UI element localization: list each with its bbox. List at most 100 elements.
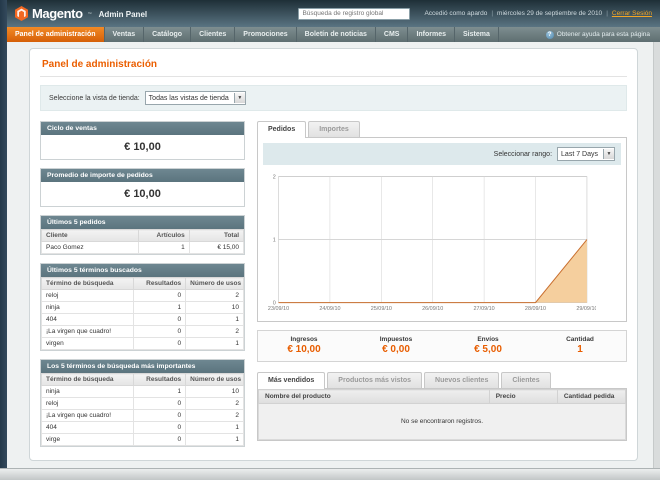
column-header-t-rmino-de-b-squeda: Término de búsqueda <box>41 373 134 386</box>
store-switcher-select[interactable]: Todas las vistas de tienda ▼ <box>144 91 246 105</box>
chevron-down-icon: ▼ <box>603 149 614 159</box>
stat-label: Ingresos <box>290 336 318 344</box>
box-title: Últimos 5 términos buscados <box>41 264 244 277</box>
store-switcher-label: Seleccione la vista de tienda: <box>49 94 140 102</box>
stat-impuestos: Impuestos € 0,00 <box>350 336 442 355</box>
nav-item-bolet-n-de-noticias[interactable]: Boletín de noticias <box>297 27 376 42</box>
table-header-row: Nombre del producto Precio Cantidad pedida <box>258 389 627 405</box>
stat-value: € 0,00 <box>382 344 410 356</box>
svg-text:24/09/10: 24/09/10 <box>319 306 340 312</box>
content-area: Panel de administración Seleccione la vi… <box>7 42 660 469</box>
stat-value: € 5,00 <box>474 344 502 356</box>
table-row: Paco Gomez 1 € 15,00 <box>40 241 245 254</box>
range-select[interactable]: Last 7 Days ▼ <box>557 147 615 161</box>
window-bottom-bar <box>0 468 660 480</box>
window-left-edge <box>0 0 7 469</box>
nav-item-cat-logo[interactable]: Catálogo <box>144 27 192 42</box>
table-cell: 0 <box>132 421 187 434</box>
orders-area-chart: 01223/09/10 24/09/10 25/09/10 26/09/10 27/09… <box>268 174 596 312</box>
table-cell: 2 <box>185 289 244 302</box>
column-header-n-mero-de-usos: Número de usos <box>185 373 244 386</box>
tab-m-s-vendidos[interactable]: Más vendidos <box>257 372 326 390</box>
svg-text:25/09/10: 25/09/10 <box>371 306 392 312</box>
stat-label: Impuestos <box>379 336 413 344</box>
last-search-terms-box: Últimos 5 términos buscados Término de b… <box>40 263 245 351</box>
empty-row: No se encontraron registros. <box>258 403 626 441</box>
table-cell: ¡La virgen que cuadro! <box>41 325 134 338</box>
stat-ingresos: Ingresos € 10,00 <box>258 336 350 355</box>
admin-page: Magento ™ Admin Panel Accedió como apardo… <box>7 0 660 469</box>
table-cell: ninja <box>41 301 134 314</box>
average-orders-box: Promedio de importe de pedidos € 10,00 <box>40 168 245 207</box>
bestsellers-table: Nombre del producto Precio Cantidad pedida… <box>258 389 627 441</box>
magento-admin-screen: Magento ™ Admin Panel Accedió como apardo… <box>0 0 660 480</box>
svg-text:29/09/10: 29/09/10 <box>576 306 596 312</box>
nav-item-ventas[interactable]: Ventas <box>105 27 145 42</box>
table-cell: 1 <box>138 241 190 254</box>
table-cell: 1 <box>185 433 244 446</box>
nav-item-clientes[interactable]: Clientes <box>191 27 236 42</box>
table-cell: 1 <box>185 421 244 434</box>
logged-in-as: Accedió como apardo <box>424 10 488 17</box>
table-cell: 2 <box>185 325 244 338</box>
tab-pedidos[interactable]: Pedidos <box>257 121 307 138</box>
lifetime-sales-value: € 10,00 <box>41 135 244 159</box>
svg-text:28/09/10: 28/09/10 <box>525 306 546 312</box>
tab-nuevos-clientes[interactable]: Nuevos clientes <box>424 372 500 389</box>
logo-subtitle: Admin Panel <box>98 10 148 19</box>
help-label: Obtener ayuda para esta página <box>556 31 650 38</box>
tab-productos-m-s-vistos[interactable]: Productos más vistos <box>327 372 423 389</box>
store-switcher-value: Todas las vistas de tienda <box>148 94 229 102</box>
table-cell: 0 <box>132 433 187 446</box>
table-header-row: Término de búsqueda Resultados Número de u… <box>41 373 244 386</box>
table-cell: virgen <box>41 337 134 350</box>
table-cell: 1 <box>132 301 187 314</box>
tab-importes[interactable]: Importes <box>308 121 360 137</box>
global-search-input[interactable] <box>298 7 411 20</box>
stat-value: € 10,00 <box>287 344 321 356</box>
svg-text:2: 2 <box>273 174 276 180</box>
svg-text:26/09/10: 26/09/10 <box>422 306 443 312</box>
range-label: Seleccionar rango: <box>493 150 553 158</box>
column-header-art-culos: Artículos <box>138 229 190 242</box>
average-orders-value: € 10,00 <box>41 182 244 206</box>
nav-item-panel-de-administraci-n[interactable]: Panel de administración <box>7 27 105 42</box>
table-cell: 1 <box>185 313 244 326</box>
svg-text:27/09/10: 27/09/10 <box>474 306 495 312</box>
tab-clientes[interactable]: Clientes <box>501 372 551 389</box>
table-cell: 0 <box>132 325 187 338</box>
top-search-terms-box: Los 5 términos de búsqueda más important… <box>40 359 245 447</box>
store-switcher: Seleccione la vista de tienda: Todas las… <box>40 85 627 111</box>
help-link[interactable]: ? Obtener ayuda para esta página <box>545 27 660 42</box>
nav-item-promociones[interactable]: Promociones <box>235 27 297 42</box>
column-header-precio: Precio <box>488 389 558 405</box>
left-column: Ciclo de ventas € 10,00 Promedio de impo… <box>40 121 245 455</box>
table-cell: ¡La virgen que cuadro! <box>41 409 134 422</box>
nav-item-sistema[interactable]: Sistema <box>455 27 499 42</box>
magento-logo-icon <box>15 6 28 21</box>
table-cell: 1 <box>132 385 187 398</box>
box-title: Últimos 5 pedidos <box>41 216 244 229</box>
table-row: 404 0 1 <box>41 421 244 434</box>
stat-cantidad: Cantidad 1 <box>534 336 626 355</box>
column-header-resultados: Resultados <box>132 373 187 386</box>
chevron-down-icon: ▼ <box>233 93 245 103</box>
top-search-terms-table: Término de búsqueda Resultados Número de u… <box>41 373 244 446</box>
nav-item-cms[interactable]: CMS <box>376 27 409 42</box>
table-row: ninja 1 10 <box>41 385 244 398</box>
logout-link[interactable]: Cerrar Sesión <box>612 10 652 17</box>
current-date: miércoles 29 de septiembre de 2010 <box>497 10 603 17</box>
bestsellers-card: Nombre del producto Precio Cantidad pedida… <box>257 388 627 442</box>
user-info: Accedió como apardo | miércoles 29 de se… <box>424 10 652 17</box>
range-value: Last 7 Days <box>561 150 598 158</box>
table-cell: reloj <box>41 289 134 302</box>
separator: | <box>491 10 494 17</box>
chart-tabs: Pedidos Importes <box>257 121 627 138</box>
table-row: virge 0 1 <box>41 433 244 446</box>
column-header-total: Total <box>188 229 245 242</box>
range-bar: Seleccionar rango: Last 7 Days ▼ <box>263 143 621 165</box>
chart-area: 0 1 2 23/09/10 24/09/10 25/09/10 26/09/10 27/09… <box>258 170 626 321</box>
table-cell: Paco Gomez <box>40 241 140 254</box>
table-row: reloj 0 2 <box>41 289 244 302</box>
nav-item-informes[interactable]: Informes <box>408 27 456 42</box>
